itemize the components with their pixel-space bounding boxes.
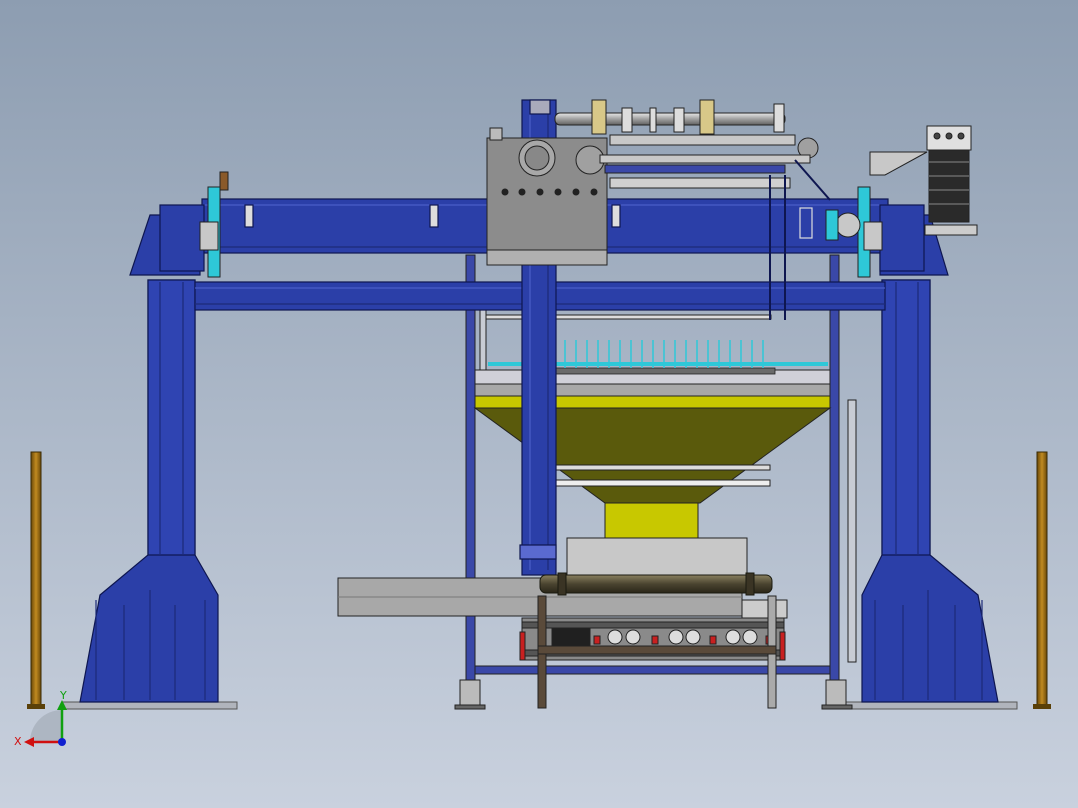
discharge-pipe <box>539 572 773 596</box>
base-plate-left <box>61 701 238 710</box>
axis-label-y: Y <box>59 689 67 702</box>
base-plate-right <box>841 701 1018 710</box>
axis-label-x: X <box>14 735 22 748</box>
drive-gearbox <box>486 127 608 266</box>
cad-viewport[interactable]: Y X <box>0 0 1078 808</box>
